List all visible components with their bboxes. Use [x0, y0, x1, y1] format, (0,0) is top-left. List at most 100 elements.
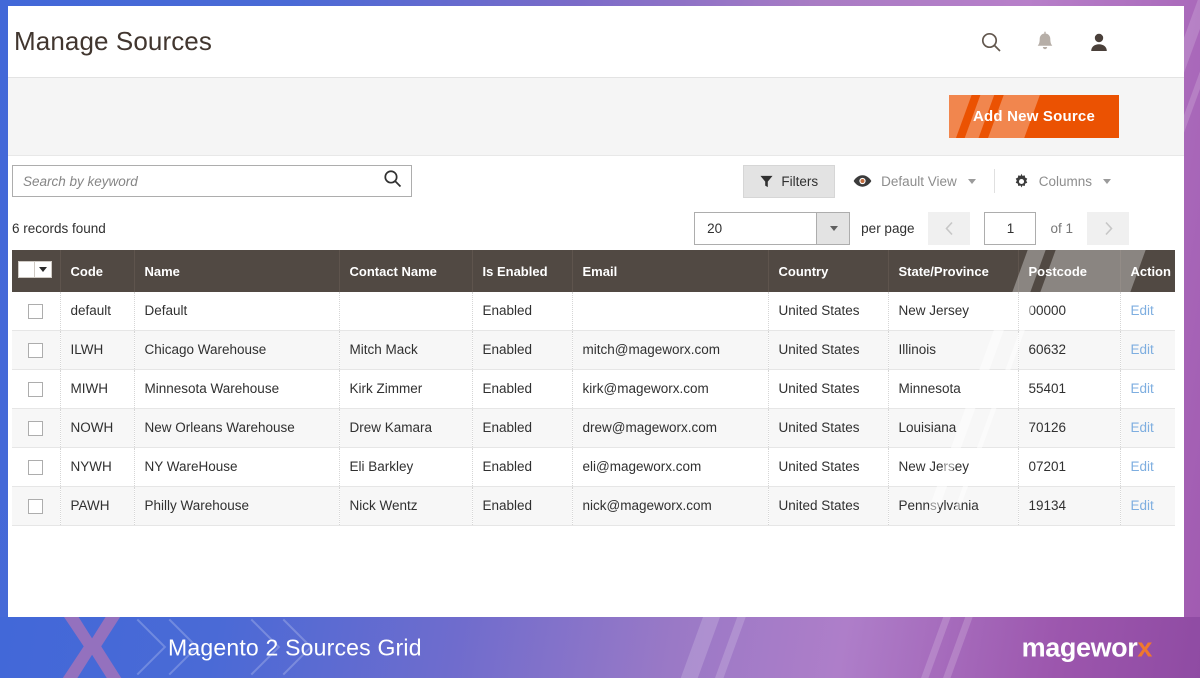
- row-select-cell[interactable]: [12, 408, 60, 447]
- cell-is-enabled: Enabled: [472, 486, 572, 525]
- edit-link[interactable]: Edit: [1131, 459, 1154, 474]
- cell-state: Minnesota: [888, 369, 1018, 408]
- default-view-selector[interactable]: Default View: [835, 165, 994, 197]
- row-select-cell[interactable]: [12, 330, 60, 369]
- cell-postcode: 70126: [1018, 408, 1120, 447]
- row-checkbox[interactable]: [28, 499, 43, 514]
- logo-accent-x: x: [1137, 632, 1152, 662]
- cell-email: eli@mageworx.com: [572, 447, 768, 486]
- per-page-value: 20: [695, 213, 816, 244]
- column-header-is-enabled[interactable]: Is Enabled: [472, 250, 572, 292]
- cell-country: United States: [768, 486, 888, 525]
- search-box[interactable]: [12, 165, 412, 197]
- cell-postcode: 07201: [1018, 447, 1120, 486]
- grid-toolbar: Filters Default View: [8, 156, 1184, 206]
- total-pages-label: of 1: [1050, 221, 1073, 236]
- edit-link[interactable]: Edit: [1131, 420, 1154, 435]
- mageworx-logo: mageworx: [1022, 632, 1152, 663]
- per-page-chevron-down-icon[interactable]: [816, 213, 849, 244]
- edit-link[interactable]: Edit: [1131, 342, 1154, 357]
- select-all-checkbox[interactable]: [18, 261, 35, 278]
- row-checkbox[interactable]: [28, 382, 43, 397]
- edit-link[interactable]: Edit: [1131, 498, 1154, 513]
- edit-link[interactable]: Edit: [1131, 303, 1154, 318]
- current-page-input[interactable]: [984, 212, 1036, 245]
- cell-name: Default: [134, 292, 339, 330]
- cell-email: kirk@mageworx.com: [572, 369, 768, 408]
- row-select-cell[interactable]: [12, 369, 60, 408]
- row-checkbox[interactable]: [28, 421, 43, 436]
- funnel-icon: [760, 175, 773, 188]
- table-row[interactable]: PAWHPhilly WarehouseNick WentzEnablednic…: [12, 486, 1175, 525]
- gear-icon: [1013, 173, 1030, 190]
- row-checkbox[interactable]: [28, 304, 43, 319]
- cell-is-enabled: Enabled: [472, 369, 572, 408]
- cell-state: Pennsylvania: [888, 486, 1018, 525]
- select-all-chevron-down-icon[interactable]: [35, 261, 52, 278]
- table-row[interactable]: NOWHNew Orleans WarehouseDrew KamaraEnab…: [12, 408, 1175, 447]
- columns-label: Columns: [1039, 174, 1092, 189]
- cell-action: Edit: [1120, 369, 1175, 408]
- row-select-cell[interactable]: [12, 292, 60, 330]
- table-row[interactable]: MIWHMinnesota WarehouseKirk ZimmerEnable…: [12, 369, 1175, 408]
- cell-code: ILWH: [60, 330, 134, 369]
- search-input[interactable]: [13, 166, 411, 196]
- select-all-header[interactable]: [12, 250, 60, 292]
- user-account-icon[interactable]: [1086, 29, 1112, 55]
- cell-action: Edit: [1120, 408, 1175, 447]
- search-icon[interactable]: [978, 29, 1004, 55]
- chevron-right-icon: [1103, 221, 1114, 236]
- cell-contact-name: Drew Kamara: [339, 408, 472, 447]
- cell-state: New Jersey: [888, 292, 1018, 330]
- column-header-action[interactable]: Action: [1120, 250, 1175, 292]
- cell-postcode: 19134: [1018, 486, 1120, 525]
- edit-link[interactable]: Edit: [1131, 381, 1154, 396]
- row-select-cell[interactable]: [12, 486, 60, 525]
- columns-selector[interactable]: Columns: [995, 165, 1129, 197]
- cell-code: default: [60, 292, 134, 330]
- column-header-postcode[interactable]: Postcode: [1018, 250, 1120, 292]
- eye-icon: [853, 174, 872, 188]
- cell-contact-name: [339, 292, 472, 330]
- filters-button[interactable]: Filters: [743, 165, 835, 198]
- outer-gradient-frame: Manage Sources: [0, 0, 1200, 678]
- cell-name: Chicago Warehouse: [134, 330, 339, 369]
- cell-code: NYWH: [60, 447, 134, 486]
- notification-bell-icon[interactable]: [1032, 29, 1058, 55]
- cell-code: MIWH: [60, 369, 134, 408]
- chevron-down-icon: [968, 179, 976, 184]
- search-submit-icon[interactable]: [383, 169, 402, 193]
- cell-name: New Orleans Warehouse: [134, 408, 339, 447]
- cell-email: [572, 292, 768, 330]
- row-select-cell[interactable]: [12, 447, 60, 486]
- cell-is-enabled: Enabled: [472, 408, 572, 447]
- page-header: Manage Sources: [8, 6, 1184, 78]
- cell-state: New Jersey: [888, 447, 1018, 486]
- add-new-source-button[interactable]: Add New Source: [949, 95, 1119, 138]
- header-icon-group: [978, 29, 1162, 55]
- column-header-name[interactable]: Name: [134, 250, 339, 292]
- cell-name: Philly Warehouse: [134, 486, 339, 525]
- cell-is-enabled: Enabled: [472, 292, 572, 330]
- column-header-state[interactable]: State/Province: [888, 250, 1018, 292]
- column-header-code[interactable]: Code: [60, 250, 134, 292]
- table-row[interactable]: NYWHNY WareHouseEli BarkleyEnabledeli@ma…: [12, 447, 1175, 486]
- table-row[interactable]: ILWHChicago WarehouseMitch MackEnabledmi…: [12, 330, 1175, 369]
- row-checkbox[interactable]: [28, 460, 43, 475]
- column-header-country[interactable]: Country: [768, 250, 888, 292]
- previous-page-button[interactable]: [928, 212, 970, 245]
- row-checkbox[interactable]: [28, 343, 43, 358]
- column-header-contact-name[interactable]: Contact Name: [339, 250, 472, 292]
- cell-contact-name: Eli Barkley: [339, 447, 472, 486]
- per-page-select[interactable]: 20: [694, 212, 850, 245]
- cell-action: Edit: [1120, 292, 1175, 330]
- cell-action: Edit: [1120, 486, 1175, 525]
- column-header-email[interactable]: Email: [572, 250, 768, 292]
- default-view-label: Default View: [881, 174, 957, 189]
- cell-country: United States: [768, 408, 888, 447]
- data-grid-container: Code Name Contact Name Is Enabled Email …: [8, 250, 1184, 526]
- cell-code: NOWH: [60, 408, 134, 447]
- table-row[interactable]: defaultDefaultEnabledUnited StatesNew Je…: [12, 292, 1175, 330]
- next-page-button[interactable]: [1087, 212, 1129, 245]
- pager-row: 6 records found 20 per page of 1: [8, 206, 1184, 250]
